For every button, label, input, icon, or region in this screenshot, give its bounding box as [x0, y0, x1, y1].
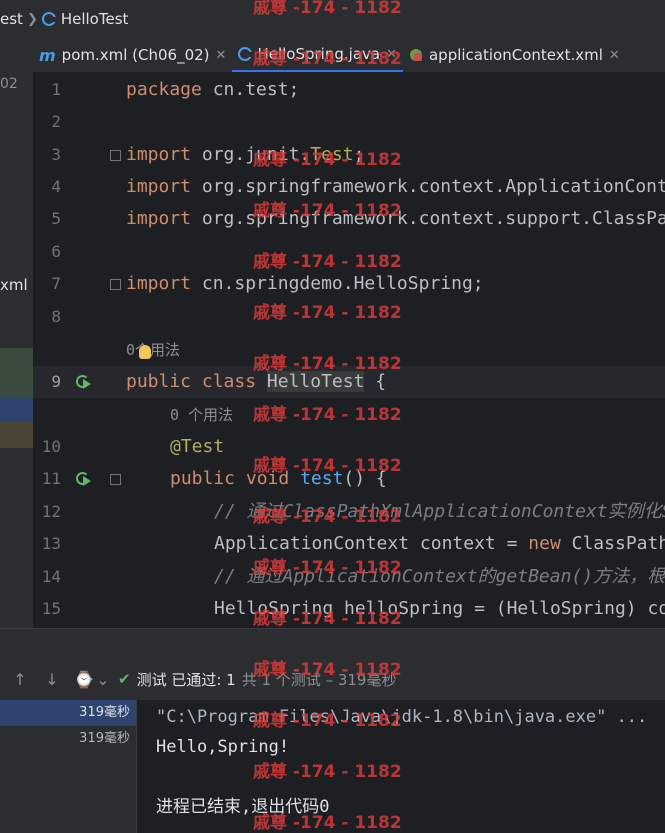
arrow-up-icon[interactable]: ↑ — [8, 670, 32, 689]
editor-tabs: m pom.xml (Ch06_02) ✕ HelloSpring.java ✕… — [33, 38, 665, 73]
line-number: 9 — [51, 372, 61, 391]
run-test-icon[interactable] — [74, 470, 92, 488]
tab-label: applicationContext.xml — [428, 46, 603, 64]
code-line: 13 ApplicationContext context = new Clas… — [33, 528, 665, 560]
code-line: 15 HelloSpring helloSpring = (HelloSprin… — [33, 593, 665, 625]
tab-application-context[interactable]: applicationContext.xml ✕ — [403, 38, 626, 72]
breadcrumb-parent[interactable]: est — [0, 10, 23, 28]
tab-label: HelloSpring.java — [257, 45, 381, 63]
java-class-icon — [41, 12, 56, 26]
maven-icon: m — [39, 45, 56, 65]
code-line: 1 package cn.test; — [33, 74, 665, 106]
line-number: 6 — [51, 242, 61, 261]
code-line: 5 import org.springframework.context.sup… — [33, 203, 665, 235]
line-number: 14 — [41, 567, 61, 586]
console-line: "C:\Program Files\Java\jdk-1.8\bin\java.… — [156, 707, 648, 727]
console-output[interactable]: "C:\Program Files\Java\jdk-1.8\bin\java.… — [137, 700, 665, 833]
code-line: 10 @Test — [33, 431, 665, 463]
console-line: Hello,Spring! — [156, 737, 290, 757]
close-icon[interactable]: ✕ — [609, 48, 620, 63]
test-tree-row[interactable]: 319毫秒 — [0, 726, 136, 752]
arrow-down-icon[interactable]: ↓ — [40, 670, 64, 689]
tree-row-modified — [0, 422, 33, 448]
tree-label-02: 02 — [0, 76, 18, 92]
code-comment: // 通过ApplicationContext的getBean()方法，根据id… — [214, 566, 665, 587]
test-status: 测试 已通过: 1 — [136, 670, 236, 689]
line-number: 1 — [51, 80, 61, 99]
tab-pom-xml[interactable]: m pom.xml (Ch06_02) ✕ — [33, 38, 232, 72]
code-line: 3 import org.junit.Test; — [33, 139, 665, 171]
java-class-icon — [238, 47, 253, 61]
code-line-current: 9 public class HelloTest { — [33, 366, 665, 398]
code-line: 6 — [33, 236, 665, 268]
line-number: 13 — [41, 534, 61, 553]
code-text: import cn.springdemo.HelloSpring; — [126, 273, 484, 294]
code-editor[interactable]: 1 package cn.test; 2 3 import org.junit.… — [33, 72, 665, 628]
breadcrumb-current[interactable]: HelloTest — [61, 10, 129, 28]
code-text: public class HelloTest { — [126, 371, 387, 392]
xml-file-icon — [409, 48, 423, 62]
fold-icon[interactable] — [110, 474, 121, 485]
code-line: 11 public void test() { — [33, 463, 665, 495]
close-icon[interactable]: ✕ — [216, 48, 227, 63]
code-line: 12 // 通过ClassPathXmlApplicationContext实例… — [33, 496, 665, 528]
project-tree-strip: 02 xml — [0, 38, 33, 628]
line-number: 12 — [41, 502, 61, 521]
clock-icon[interactable]: ⌚ — [72, 670, 96, 689]
test-toolbar: ↑ ↓ ⌚ ⌄ ✔ 测试 已通过: 1 共 1 个测试 – 319毫秒 — [0, 658, 665, 700]
chevron-right-icon: ❯ — [26, 11, 38, 27]
check-icon: ✔ — [118, 670, 131, 688]
usage-hint[interactable]: 0 个用法 — [170, 399, 233, 431]
panel-divider[interactable] — [0, 628, 665, 659]
code-line: 7 import cn.springdemo.HelloSpring; — [33, 268, 665, 300]
code-text: public void test() { — [170, 468, 387, 489]
code-text: import org.springframework.context.suppo… — [126, 208, 665, 229]
code-text: import org.springframework.context.Appli… — [126, 176, 665, 197]
code-text: package cn.test; — [126, 79, 300, 100]
tab-label: pom.xml (Ch06_02) — [61, 46, 210, 64]
usage-hint[interactable]: 0个用法 — [126, 334, 180, 366]
tree-row-highlight — [0, 348, 33, 398]
breadcrumb: est ❯ HelloTest — [0, 0, 665, 38]
line-number: 7 — [51, 274, 61, 293]
console-line: 进程已结束,退出代码0 — [156, 797, 330, 817]
test-tree-row[interactable]: 319毫秒 — [0, 700, 136, 726]
fold-icon[interactable] — [110, 150, 121, 161]
line-number: 8 — [51, 307, 61, 326]
tree-label-xml[interactable]: xml — [0, 276, 28, 294]
test-results-tree: 319毫秒 319毫秒 — [0, 700, 137, 833]
line-number: 10 — [41, 437, 61, 456]
tree-row-selected — [0, 398, 33, 422]
line-number: 11 — [41, 469, 61, 488]
line-number: 15 — [41, 599, 61, 618]
code-comment: // 通过ClassPathXmlApplicationContext实例化Sp… — [214, 501, 665, 522]
line-number: 2 — [51, 112, 61, 131]
code-line: 14 // 通过ApplicationContext的getBean()方法，根… — [33, 561, 665, 593]
fold-icon[interactable] — [110, 279, 121, 290]
chevron-down-icon[interactable]: ⌄ — [96, 670, 110, 689]
line-number: 4 — [51, 177, 61, 196]
code-text: @Test — [170, 436, 225, 457]
code-text: HelloSpring helloSpring = (HelloSpring) … — [214, 598, 665, 619]
code-text: ApplicationContext context = new ClassPa… — [214, 533, 665, 554]
code-line: 2 — [33, 106, 665, 138]
code-text: import org.junit.Test; — [126, 144, 365, 165]
line-number: 3 — [51, 145, 61, 164]
run-test-icon[interactable] — [74, 373, 92, 391]
lightbulb-icon[interactable] — [139, 345, 151, 359]
code-line: 4 import org.springframework.context.App… — [33, 171, 665, 203]
test-summary: 共 1 个测试 – 319毫秒 — [241, 670, 397, 689]
line-number: 5 — [51, 209, 61, 228]
code-line: 8 — [33, 301, 665, 333]
close-icon[interactable]: ✕ — [386, 47, 397, 62]
tab-hello-spring[interactable]: HelloSpring.java ✕ — [232, 38, 403, 72]
